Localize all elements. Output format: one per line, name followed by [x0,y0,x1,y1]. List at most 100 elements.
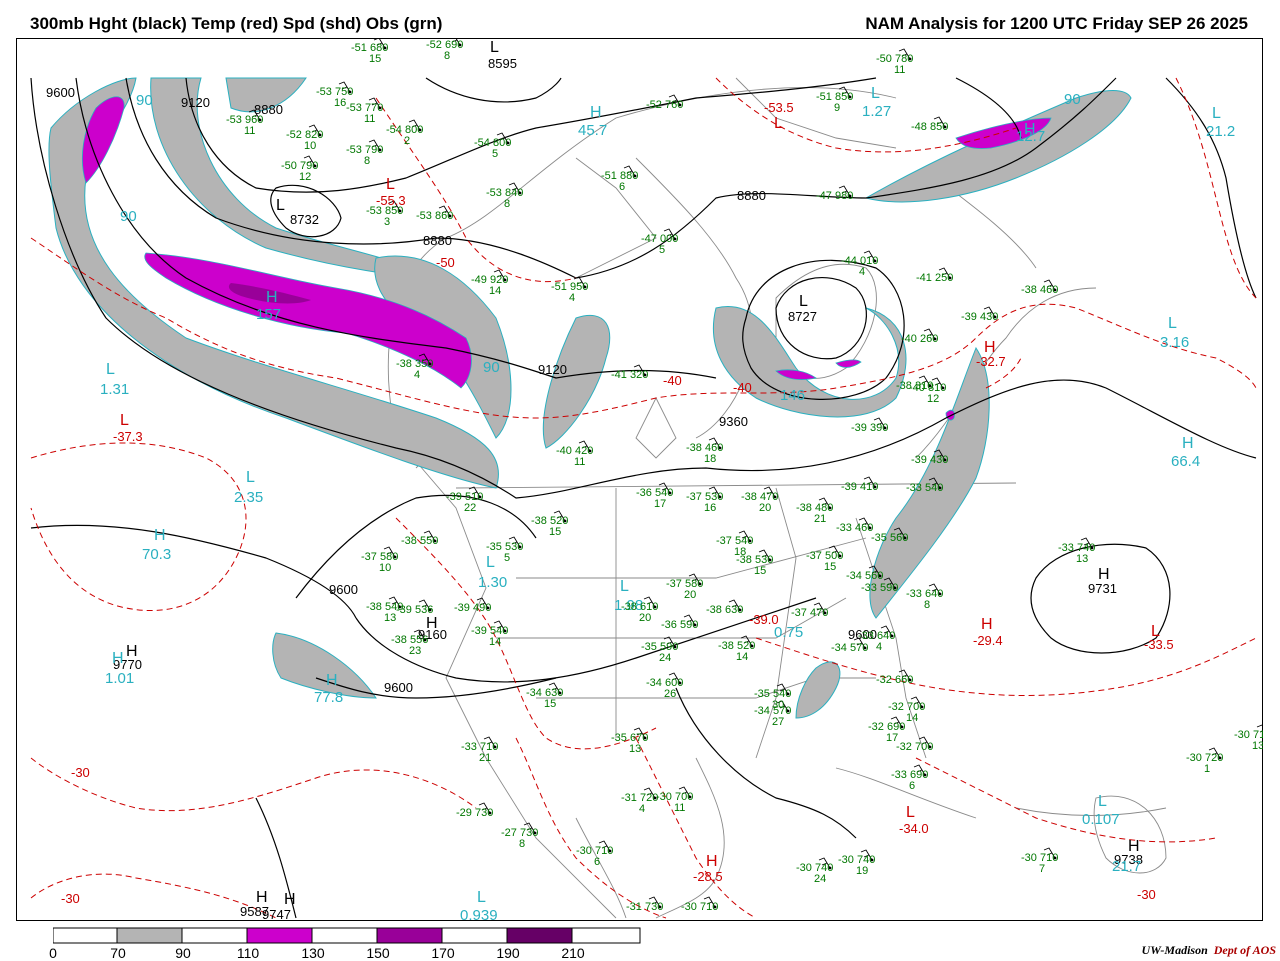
high-marker: H [706,853,718,870]
station-obs: -32 700 [896,741,933,753]
obs-speed: 20 [759,502,771,514]
obs-speed: 13 [629,743,641,755]
obs-temp-height: -39 430 [911,454,948,466]
legend-bin-150-170 [376,927,443,944]
station-obs: -39 430 [911,454,948,466]
obs-speed: 14 [489,285,501,297]
obs-speed: 19 [856,865,868,877]
obs-temp-height: -32 660 [876,674,913,686]
obs-speed: 5 [659,244,665,256]
low-marker: L [871,85,880,102]
obs-temp-height: -36 590 [661,619,698,631]
obs-speed: 3 [384,216,390,228]
high-marker: H [154,527,166,544]
obs-speed: 6 [619,181,625,193]
high-marker: H [984,339,996,356]
obs-speed: 17 [654,498,666,510]
obs-speed: 6 [909,780,915,792]
obs-speed: 18 [704,453,716,465]
map-title-right: NAM Analysis for 1200 UTC Friday SEP 26 … [865,14,1248,33]
height-label: 9600 [46,85,75,100]
low-marker: L [486,554,495,571]
station-obs: -33 460 [836,522,873,534]
speed-label: 1.01 [105,670,134,687]
obs-speed: 13 [1252,740,1263,752]
obs-speed: 23 [409,645,421,657]
station-obs: -38 460 [1021,284,1058,296]
speed-label: 21.7 [1112,858,1141,875]
obs-speed: 4 [414,369,420,381]
obs-temp-height: -38 630 [706,604,743,616]
obs-speed: 5 [492,148,498,160]
obs-temp-height: -38 550 [401,535,438,547]
obs-temp-height: -34 570 [831,642,868,654]
low-marker: L [120,412,129,429]
obs-speed: 22 [464,502,476,514]
obs-speed: 11 [894,64,905,76]
speed-label: 0.939 [460,907,498,922]
low-marker: L [774,115,783,132]
obs-speed: 8 [504,198,510,210]
legend-tick: 130 [301,945,325,961]
high-marker: H [1128,838,1140,855]
speed-label: 1.30 [478,574,507,591]
high-marker: H [266,289,278,306]
high-marker: H [112,650,124,667]
temp-label: -30 [71,765,90,780]
height-label: 8732 [290,212,319,227]
legend-bin-130-150 [311,927,378,944]
station-obs: -39 410 [841,481,878,493]
height-label: 8880 [423,233,452,248]
obs-speed: 15 [549,526,561,538]
height-label: 8727 [788,309,817,324]
obs-temp-height: -32 700 [896,741,933,753]
obs-temp-height: -30 710 [681,901,718,913]
low-marker: L [246,469,255,486]
height-label: 9600 [384,680,413,695]
low-marker: L [1151,623,1160,640]
legend-bin-70-90 [116,927,183,944]
high-marker: H [256,889,268,906]
legend-ticks: 0 70 90 110 130 150 170 190 210 [0,945,700,961]
speed-label: 0.75 [774,624,803,641]
obs-speed: 14 [489,636,501,648]
obs-temp-height: -39 490 [454,602,491,614]
speed-label: 45.7 [578,122,607,139]
obs-speed: 4 [876,641,882,653]
station-obs: -39 490 [454,602,491,614]
low-marker: L [477,889,486,906]
obs-speed: 20 [639,612,651,624]
obs-speed: 9 [834,102,840,114]
obs-speed: 10 [304,140,316,152]
obs-temp-height: -40 260 [901,333,938,345]
obs-speed: 26 [664,688,676,700]
station-obs: -40 260 [901,333,938,345]
station-obs: -41 320 [611,369,648,381]
obs-temp-height: -53 860 [416,210,453,222]
obs-speed: 21 [814,513,826,525]
speed-label: 2.35 [234,489,263,506]
obs-speed: 14 [736,651,748,663]
station-obs: -29 730 [456,807,493,819]
obs-temp-height: -29 730 [456,807,493,819]
station-obs: -39 390 [851,422,888,434]
legend-tick: 70 [110,945,126,961]
height-label: 9731 [1088,581,1117,596]
low-marker: L [106,361,115,378]
obs-speed: 4 [639,803,645,815]
obs-speed: 11 [364,113,375,125]
obs-speed: 5 [504,552,510,564]
height-label: 9120 [181,95,210,110]
legend-bin-0-70 [53,927,118,944]
station-obs: -34 560 [846,570,883,582]
obs-speed: 11 [244,125,255,137]
obs-speed: 15 [824,561,836,573]
obs-temp-height: -31 730 [626,901,663,913]
obs-temp-height: -48 850 [911,121,948,133]
obs-speed: 15 [369,53,381,65]
station-obs: -32 660 [876,674,913,686]
weather-map: 9600 9120 8880 8732 8595 8880 8880 9120 … [16,38,1263,922]
high-marker: H [284,891,296,908]
temp-label: -28.5 [693,869,723,884]
obs-temp-height: -38 460 [1021,284,1058,296]
